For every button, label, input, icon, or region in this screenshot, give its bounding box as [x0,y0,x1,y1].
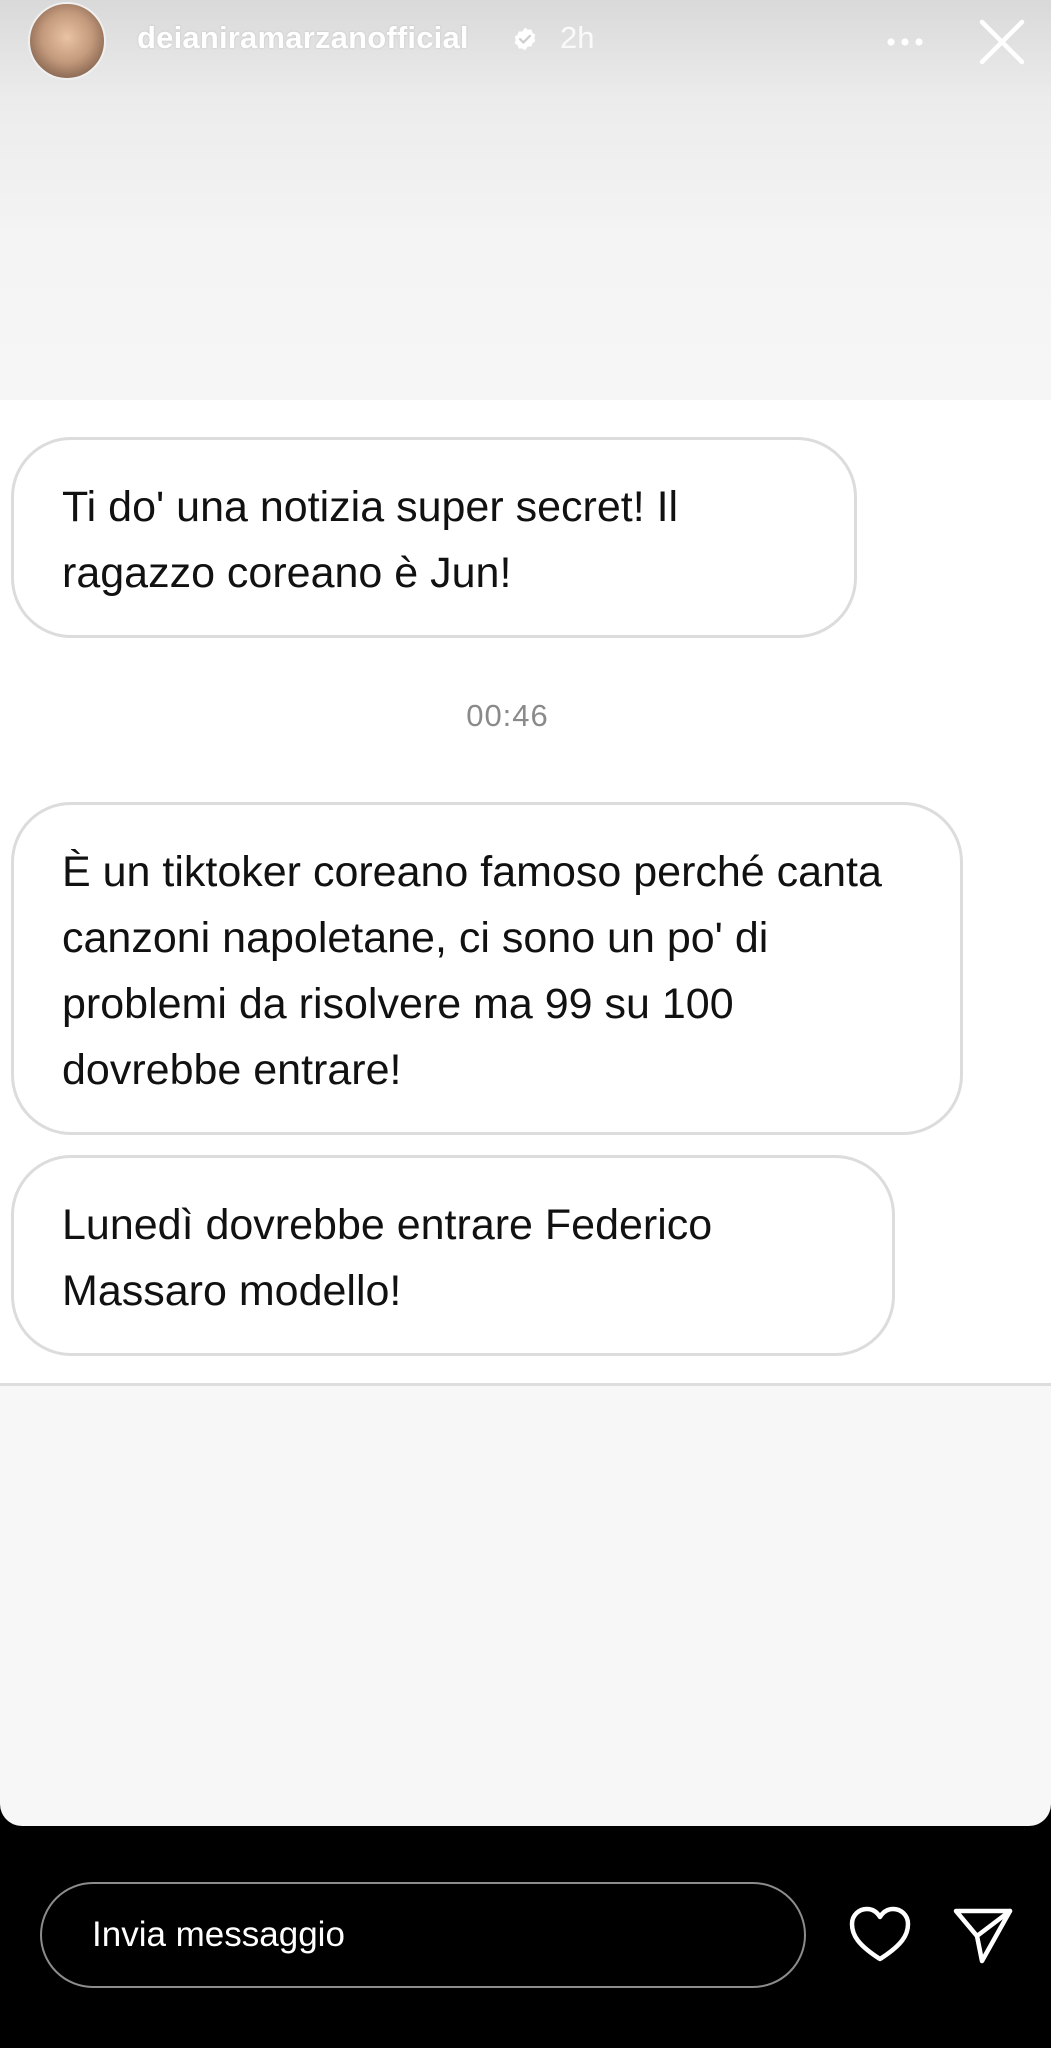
message-text: È un tiktoker coreano famoso perché cant… [62,848,882,1094]
dm-screenshot: Ti do' una notizia super secret! Il raga… [0,400,1051,1386]
message-bubble: Ti do' una notizia super secret! Il raga… [11,437,857,638]
message-bubble: È un tiktoker coreano famoso perché cant… [11,802,963,1135]
more-options-icon[interactable] [882,22,928,62]
heart-icon[interactable] [848,1905,912,1965]
message-timestamp: 00:46 [466,698,549,733]
verified-badge-icon [514,27,536,51]
send-icon[interactable] [952,1905,1014,1965]
message-text: Lunedì dovrebbe entrare Federico Massaro… [62,1201,713,1315]
message-bubble: Lunedì dovrebbe entrare Federico Massaro… [11,1155,895,1356]
reply-message-input[interactable] [40,1882,806,1988]
post-time: 2h [560,20,595,55]
close-icon[interactable] [976,16,1028,68]
story-content: deianiramarzanofficial 2h Ti do' una not… [0,0,1051,1826]
username[interactable]: deianiramarzanofficial [137,20,469,56]
avatar[interactable] [28,2,106,80]
message-text: Ti do' una notizia super secret! Il raga… [62,483,679,597]
story-header: deianiramarzanofficial 2h [0,0,1051,84]
